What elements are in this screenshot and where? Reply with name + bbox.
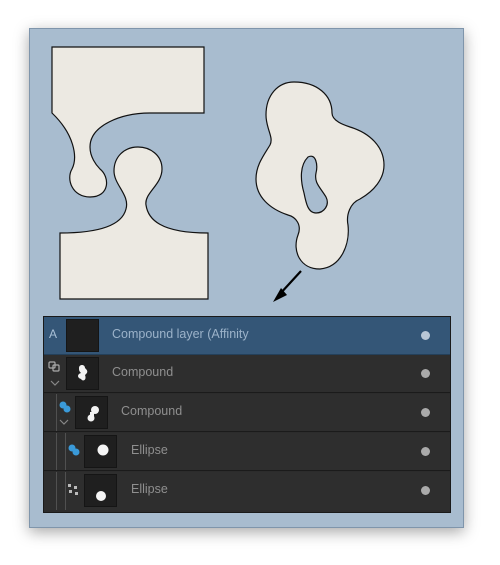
visibility-toggle[interactable] [421,369,430,378]
indent-guide [56,472,57,510]
layer-row-ellipse-1[interactable]: Ellipse [44,433,450,471]
visibility-toggle[interactable] [421,408,430,417]
indent-guide [65,472,66,510]
layer-row-compound-layer[interactable]: A Compound layer (Affinity [44,317,450,355]
layer-name[interactable]: Ellipse [131,482,168,496]
ellipse-thumbnail-icon [84,435,117,468]
layer-name[interactable]: Compound layer (Affinity [112,327,249,341]
indent-guide [65,433,66,470]
layer-row-compound[interactable]: Compound [44,355,450,393]
ellipse-thumbnail-icon [84,474,117,507]
subtract-mode-icon[interactable] [67,483,81,497]
visibility-toggle[interactable] [421,447,430,456]
add-mode-icon[interactable] [67,443,81,457]
indent-guide [56,433,57,470]
visibility-toggle[interactable] [421,486,430,495]
layer-name[interactable]: Compound [121,404,182,418]
empty-thumbnail-icon [66,319,99,352]
compound-thumbnail-icon [66,357,99,390]
artboard: A Compound layer (Affinity Compound Comp… [29,28,464,528]
visibility-toggle[interactable] [421,331,430,340]
layer-name[interactable]: Compound [112,365,173,379]
layer-type-indicator: A [49,327,58,341]
layer-row-compound-child[interactable]: Compound [44,394,450,432]
blob-shape-right[interactable] [255,81,385,270]
arrow-icon [273,270,302,302]
layer-row-ellipse-2[interactable]: Ellipse [44,472,450,510]
chevron-down-icon[interactable] [59,418,69,426]
chevron-down-icon[interactable] [50,379,60,387]
compound-blue-icon [59,401,71,413]
indent-guide [56,394,57,431]
layers-panel: A Compound layer (Affinity Compound Comp… [43,316,451,513]
layer-name[interactable]: Ellipse [131,443,168,457]
compound-thumbnail-icon [75,396,108,429]
